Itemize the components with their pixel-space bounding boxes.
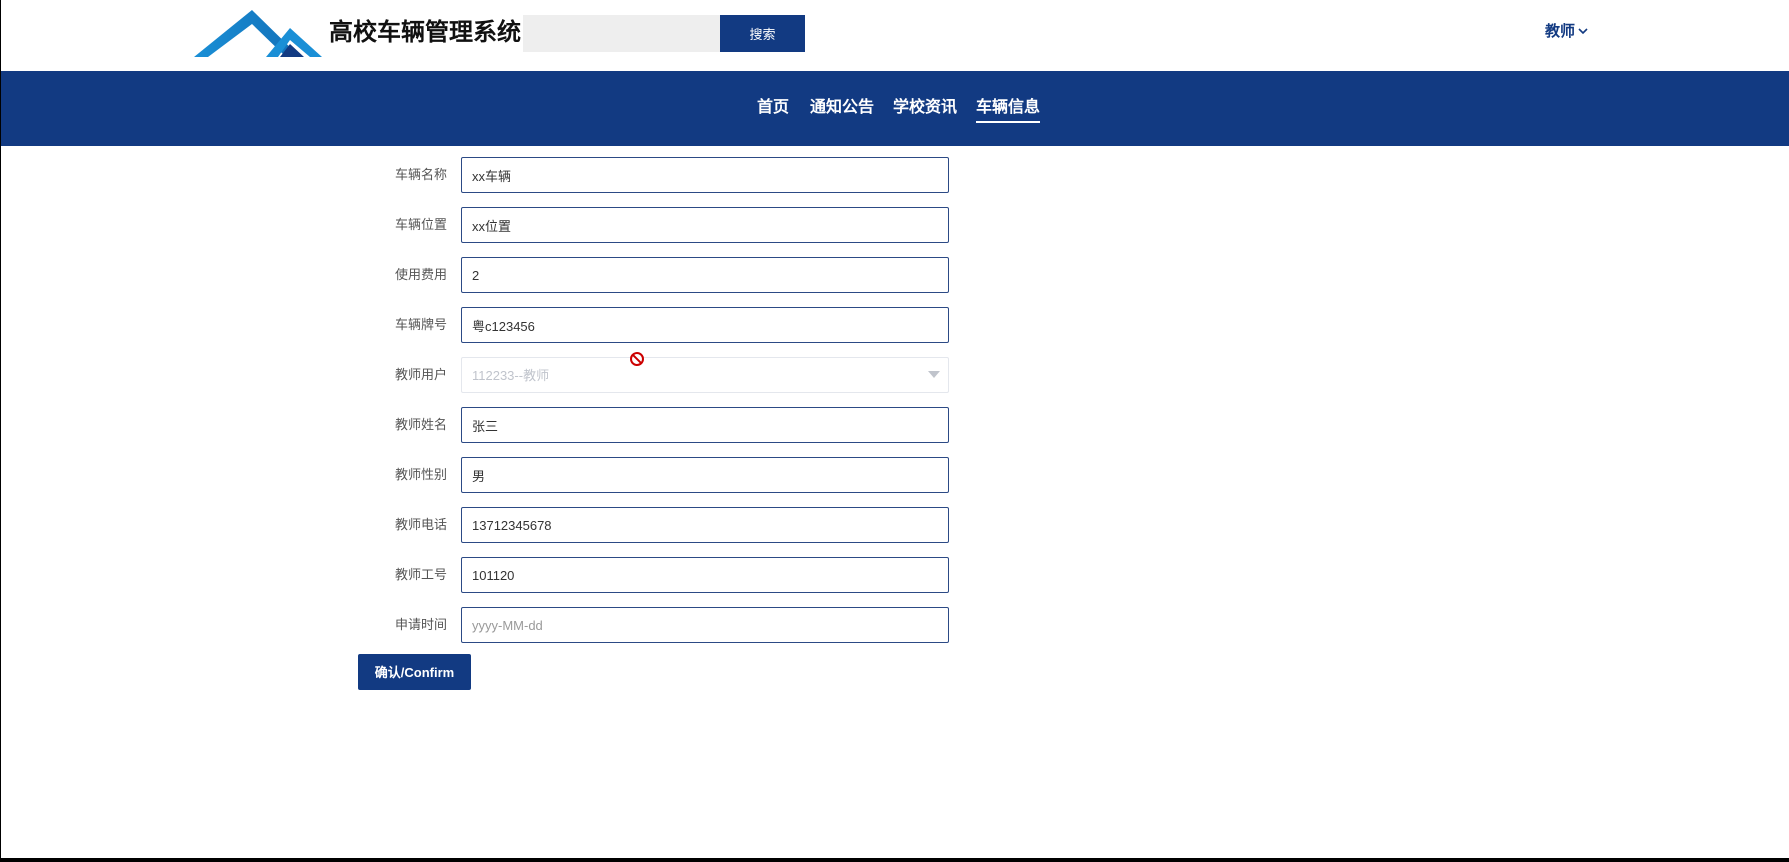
main-nav: 首页 通知公告 学校资讯 车辆信息 <box>1 71 1789 146</box>
plate-number-label: 车辆牌号 <box>394 317 447 332</box>
vehicle-location-label: 车辆位置 <box>394 217 447 232</box>
vehicle-name-input[interactable] <box>461 157 949 193</box>
nav-item-notices[interactable]: 通知公告 <box>810 97 874 119</box>
page: 高校车辆管理系统 搜索 教师 首页 通知公告 学校资讯 车辆信息 车辆名称 车辆… <box>1 0 1789 858</box>
confirm-button[interactable]: 确认/Confirm <box>358 654 471 690</box>
teacher-id-input[interactable] <box>461 557 949 593</box>
teacher-id-label: 教师工号 <box>394 567 447 582</box>
usage-fee-input[interactable] <box>461 257 949 293</box>
user-menu-label: 教师 <box>1545 23 1576 40</box>
chevron-down-icon <box>1578 27 1588 34</box>
teacher-gender-input[interactable] <box>461 457 949 493</box>
nav-item-school-news[interactable]: 学校资讯 <box>893 97 957 119</box>
teacher-gender-label: 教师性别 <box>394 467 447 482</box>
site-title: 高校车辆管理系统 <box>329 19 521 46</box>
teacher-user-select-value: 112233--教师 <box>472 368 550 383</box>
teacher-phone-label: 教师电话 <box>394 517 447 532</box>
application-time-label: 申请时间 <box>394 617 447 632</box>
teacher-user-label: 教师用户 <box>394 367 447 382</box>
usage-fee-label: 使用费用 <box>394 267 447 282</box>
teacher-name-label: 教师姓名 <box>394 417 447 432</box>
teacher-name-input[interactable] <box>461 407 949 443</box>
teacher-phone-input[interactable] <box>461 507 949 543</box>
not-allowed-cursor-icon <box>630 352 644 366</box>
user-menu[interactable]: 教师 <box>1545 22 1588 42</box>
plate-number-input[interactable] <box>461 307 949 343</box>
vehicle-name-label: 车辆名称 <box>394 167 447 182</box>
vehicle-location-input[interactable] <box>461 207 949 243</box>
caret-down-icon <box>928 371 940 378</box>
nav-item-home[interactable]: 首页 <box>757 97 789 119</box>
application-time-input[interactable] <box>461 607 949 643</box>
search-input[interactable] <box>523 15 720 52</box>
nav-item-vehicle-info[interactable]: 车辆信息 <box>976 97 1041 123</box>
search-button[interactable]: 搜索 <box>720 15 805 52</box>
mountain-logo-icon <box>194 10 322 57</box>
teacher-user-select[interactable]: 112233--教师 <box>461 357 949 393</box>
